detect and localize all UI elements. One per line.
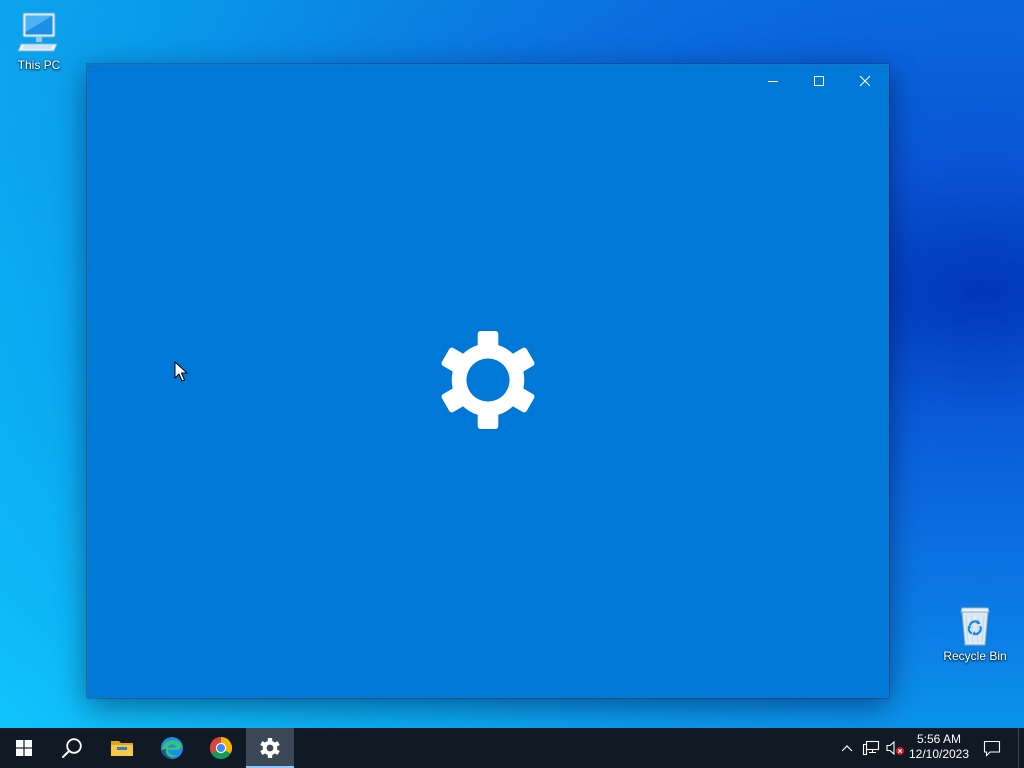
show-desktop-button[interactable] bbox=[1018, 728, 1024, 768]
windows-logo-icon bbox=[16, 740, 32, 756]
chrome-icon bbox=[209, 737, 233, 760]
minimize-button[interactable] bbox=[750, 65, 796, 97]
monitor-icon bbox=[17, 12, 58, 52]
taskbar: 5:56 AM 12/10/2023 bbox=[0, 728, 1024, 768]
chevron-up-icon bbox=[841, 745, 853, 752]
gear-icon bbox=[260, 738, 280, 758]
desktop-icon-label: Recycle Bin bbox=[943, 649, 1007, 663]
clock-time: 5:56 AM bbox=[916, 732, 962, 746]
desktop-icon-this-pc[interactable]: This PC bbox=[1, 10, 77, 72]
folder-icon bbox=[111, 741, 133, 756]
settings-taskbar-button[interactable] bbox=[246, 728, 294, 768]
chrome-button[interactable] bbox=[197, 728, 245, 768]
desktop-icon-recycle-bin[interactable]: Recycle Bin bbox=[937, 603, 1013, 663]
clock-date: 12/10/2023 bbox=[908, 747, 970, 761]
search-icon bbox=[62, 738, 82, 758]
recycle-bin-icon bbox=[960, 607, 990, 646]
gear-icon bbox=[441, 331, 535, 429]
taskbar-clock[interactable]: 5:56 AM 12/10/2023 bbox=[906, 728, 972, 768]
action-center-icon bbox=[983, 740, 1001, 757]
volume-button[interactable] bbox=[883, 728, 907, 768]
start-button[interactable] bbox=[0, 728, 48, 768]
network-button[interactable] bbox=[859, 728, 883, 768]
search-button[interactable] bbox=[48, 728, 96, 768]
maximize-button[interactable] bbox=[796, 65, 842, 97]
show-hidden-icons-button[interactable] bbox=[836, 728, 858, 768]
close-button[interactable] bbox=[842, 65, 888, 97]
settings-window[interactable] bbox=[87, 64, 889, 698]
mouse-cursor-icon bbox=[174, 361, 188, 382]
edge-icon bbox=[161, 737, 183, 759]
network-icon bbox=[862, 740, 880, 756]
action-center-button[interactable] bbox=[976, 728, 1008, 768]
close-icon bbox=[859, 75, 871, 87]
file-explorer-button[interactable] bbox=[98, 728, 146, 768]
minimize-icon bbox=[768, 81, 778, 82]
maximize-icon bbox=[814, 76, 824, 86]
desktop-icon-label: This PC bbox=[17, 58, 61, 72]
edge-button[interactable] bbox=[148, 728, 196, 768]
volume-muted-icon bbox=[886, 740, 904, 756]
